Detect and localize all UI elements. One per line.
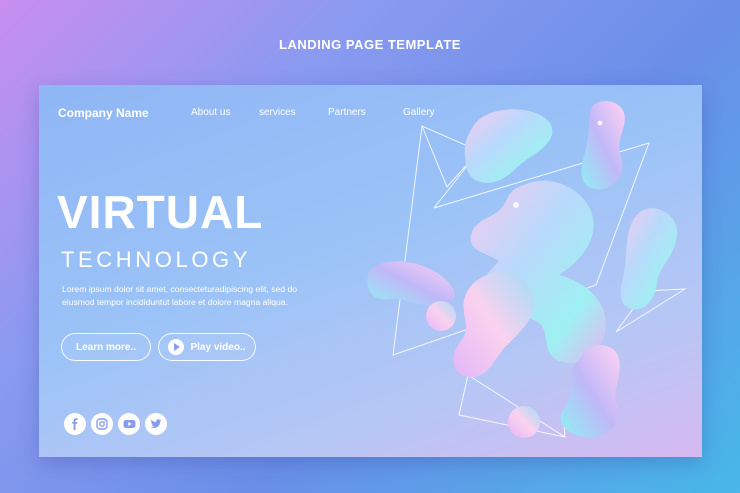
twitter-icon[interactable] bbox=[145, 413, 167, 435]
hero-title: VIRTUAL bbox=[57, 186, 264, 238]
play-video-button[interactable]: Play video.. bbox=[158, 333, 256, 361]
hero-description: Lorem ipsum dolor sit amet, consectetura… bbox=[62, 284, 298, 307]
play-video-label: Play video.. bbox=[190, 341, 246, 353]
learn-more-button[interactable]: Learn more.. bbox=[61, 333, 151, 361]
hero-subtitle: TECHNOLOGY bbox=[61, 247, 252, 272]
youtube-icon[interactable] bbox=[118, 413, 140, 435]
play-icon bbox=[168, 339, 185, 355]
nav-link-services[interactable]: services bbox=[259, 107, 296, 118]
landing-card: Company Name About us services Partners … bbox=[39, 85, 702, 457]
instagram-icon[interactable] bbox=[91, 413, 113, 435]
learn-more-label: Learn more.. bbox=[75, 341, 137, 353]
liquid-3d-artwork bbox=[367, 101, 687, 438]
company-name[interactable]: Company Name bbox=[58, 106, 149, 120]
page-title: LANDING PAGE TEMPLATE bbox=[279, 37, 461, 52]
social-links bbox=[64, 413, 167, 435]
nav-link-about-us[interactable]: About us bbox=[191, 107, 230, 118]
facebook-icon[interactable] bbox=[64, 413, 86, 435]
